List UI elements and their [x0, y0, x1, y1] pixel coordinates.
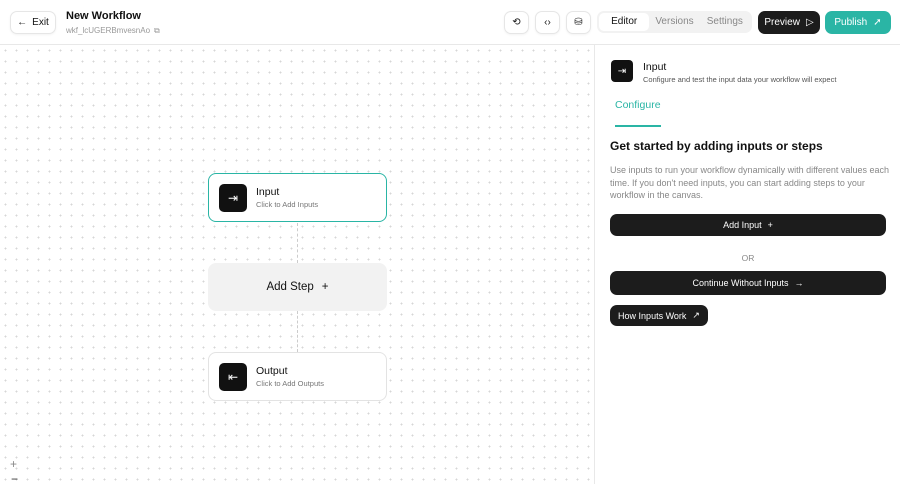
add-step-button[interactable]: Add Step + [208, 263, 387, 311]
connector [297, 311, 298, 352]
arrow-left-icon: ← [17, 17, 28, 28]
tab-editor[interactable]: Editor [599, 13, 650, 31]
history-button[interactable]: ⟲ [504, 11, 529, 34]
zoom-in-button[interactable]: + [10, 457, 17, 471]
workflow-canvas[interactable]: ⇥ Input Click to Add Inputs Add Step + ⇤ O… [0, 45, 595, 486]
panel-description: Use inputs to run your workflow dynamica… [610, 165, 889, 200]
database-icon: ⛁ [574, 17, 583, 28]
workflow-id: wkf_lcUGERBmvesnAo ⧉ [66, 26, 160, 36]
sign-in-icon: ⇥ [611, 60, 633, 82]
top-bar: ← Exit New Workflow wkf_lcUGERBmvesnAo ⧉ ⟲… [0, 0, 900, 45]
view-tabs: Editor Versions Settings [597, 11, 752, 33]
external-link-icon: ↗ [692, 310, 700, 320]
tab-configure[interactable]: Configure [615, 99, 661, 127]
plus-icon: + [321, 281, 329, 293]
output-node[interactable]: ⇤ Output Click to Add Outputs [208, 352, 387, 401]
workflow-title: New Workflow [66, 10, 141, 22]
continue-without-inputs-button[interactable]: Continue Without Inputs → [610, 271, 886, 295]
input-panel: ⇥ Input Configure and test the input dat… [596, 45, 900, 484]
or-divider: OR [741, 253, 755, 263]
send-icon: ➚ [873, 17, 882, 28]
how-inputs-work-button[interactable]: How Inputs Work ↗ [610, 305, 708, 326]
sign-out-icon: ⇤ [219, 362, 247, 391]
tab-settings[interactable]: Settings [700, 13, 750, 31]
sign-in-icon: ⇥ [219, 183, 247, 212]
add-input-button[interactable]: Add Input + [610, 214, 886, 236]
input-node[interactable]: ⇥ Input Click to Add Inputs [208, 173, 387, 222]
panel-subtitle: Configure and test the input data your w… [643, 75, 837, 84]
publish-button[interactable]: Publish ➚ [825, 11, 891, 34]
code-button[interactable]: ‹› [535, 11, 560, 34]
panel-heading: Get started by adding inputs or steps [610, 139, 823, 153]
tab-versions[interactable]: Versions [649, 13, 699, 31]
panel-title: Input [643, 61, 667, 73]
arrow-right-icon: → [794, 278, 804, 288]
preview-button[interactable]: Preview ▷ [758, 11, 820, 34]
plus-icon: + [767, 220, 773, 230]
exit-button[interactable]: ← Exit [10, 11, 56, 34]
play-icon: ▷ [805, 17, 814, 28]
history-icon: ⟲ [512, 17, 521, 28]
code-icon: ‹› [544, 17, 551, 28]
connector [297, 223, 298, 263]
database-button[interactable]: ⛁ [566, 11, 591, 34]
copy-icon[interactable]: ⧉ [154, 26, 160, 36]
